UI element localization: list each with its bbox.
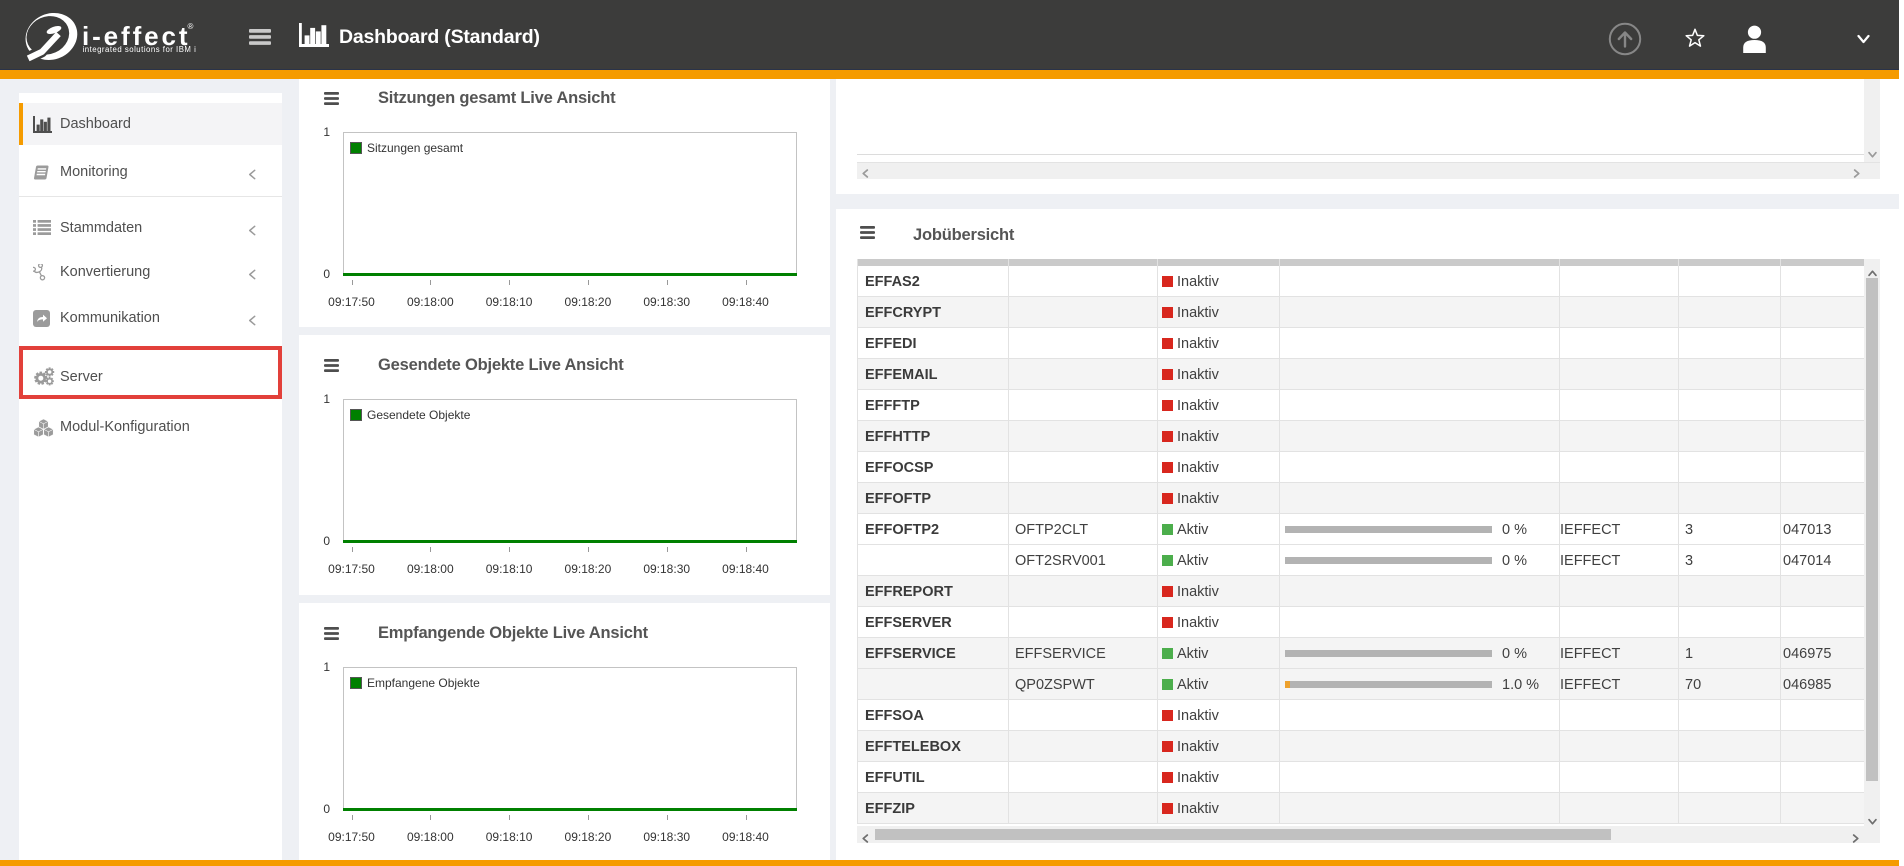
svg-text:integrated solutions for IBM i: integrated solutions for IBM i: [83, 45, 197, 54]
svg-text:®: ®: [188, 22, 194, 31]
